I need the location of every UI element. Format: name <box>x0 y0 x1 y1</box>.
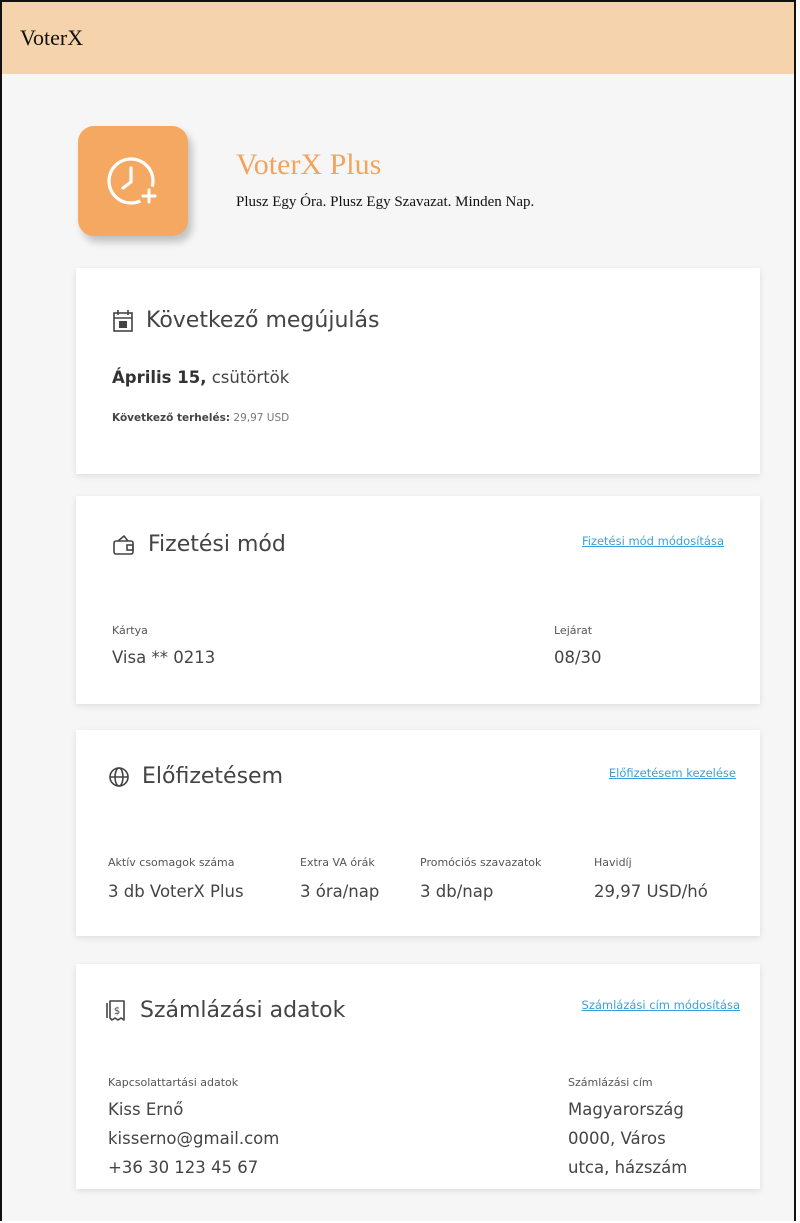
globe-icon <box>109 766 129 787</box>
field-label: Havidíj <box>594 856 632 869</box>
contact-phone: +36 30 123 45 67 <box>108 1158 259 1177</box>
calendar-icon <box>113 309 133 332</box>
plan-logo <box>78 126 188 236</box>
next-charge: Következő terhelés: 29,97 USD <box>112 412 289 424</box>
manage-subscription-link[interactable]: Előfizetésem kezelése <box>609 766 736 780</box>
renewal-date-day: Április 15, <box>112 368 207 387</box>
clock-plus-icon <box>107 157 159 206</box>
field-value: 29,97 USD/hó <box>594 882 708 901</box>
card-value: Visa ** 0213 <box>112 648 216 667</box>
svg-text:$: $ <box>114 1006 120 1017</box>
address-country: Magyarország <box>568 1100 684 1119</box>
contact-name: Kiss Ernő <box>108 1100 184 1119</box>
payment-title: Fizetési mód <box>112 532 286 557</box>
billing-card: $ Számlázási adatok Számlázási cím módos… <box>76 964 760 1189</box>
renewal-date-weekday: csütörtök <box>206 368 290 387</box>
contact-email: kisserno@gmail.com <box>108 1129 280 1148</box>
subscription-title-text: Előfizetésem <box>142 764 284 789</box>
renewal-title: Következő megújulás <box>112 308 379 333</box>
change-payment-link[interactable]: Fizetési mód módosítása <box>582 534 724 548</box>
renewal-date: Április 15, csütörtök <box>112 368 289 387</box>
app-frame: VoterX VoterX Plus Plusz Egy Óra. Plusz … <box>0 0 796 1221</box>
billing-title-text: Számlázási adatok <box>140 998 346 1023</box>
expiry-value: 08/30 <box>554 648 602 667</box>
address-street: utca, házszám <box>568 1158 688 1177</box>
payment-title-text: Fizetési mód <box>148 532 286 557</box>
plan-title: VoterX Plus <box>236 148 382 181</box>
next-charge-value: 29,97 USD <box>230 412 290 424</box>
plan-hero: VoterX Plus Plusz Egy Óra. Plusz Egy Sza… <box>78 126 778 246</box>
plan-tagline: Plusz Egy Óra. Plusz Egy Szavazat. Minde… <box>236 194 535 210</box>
wallet-icon <box>113 534 134 555</box>
card-label: Kártya <box>112 624 148 637</box>
next-charge-label: Következő terhelés: <box>112 412 231 424</box>
change-billing-address-link[interactable]: Számlázási cím módosítása <box>582 998 740 1012</box>
billing-title: $ Számlázási adatok <box>106 998 345 1023</box>
subscription-title: Előfizetésem <box>108 764 283 789</box>
address-label: Számlázási cím <box>568 1076 653 1089</box>
field-label: Aktív csomagok száma <box>108 856 235 869</box>
subscription-card: Előfizetésem Előfizetésem kezelése Aktív… <box>76 730 760 936</box>
app-title: VoterX <box>20 25 84 50</box>
field-label: Promóciós szavazatok <box>420 856 542 869</box>
field-value: 3 db/nap <box>420 882 494 901</box>
renewal-card: Következő megújulás Április 15, csütörtö… <box>76 268 760 474</box>
renewal-title-text: Következő megújulás <box>146 308 380 333</box>
app-header: VoterX <box>2 2 794 74</box>
address-city: 0000, Város <box>568 1129 666 1148</box>
field-label: Extra VA órák <box>300 856 375 869</box>
receipt-icon: $ <box>106 999 125 1021</box>
payment-card: Fizetési mód Fizetési mód módosítása Kár… <box>76 496 760 704</box>
field-value: 3 óra/nap <box>300 882 380 901</box>
field-value: 3 db VoterX Plus <box>108 882 244 901</box>
expiry-label: Lejárat <box>554 624 593 637</box>
contact-label: Kapcsolattartási adatok <box>108 1076 239 1089</box>
